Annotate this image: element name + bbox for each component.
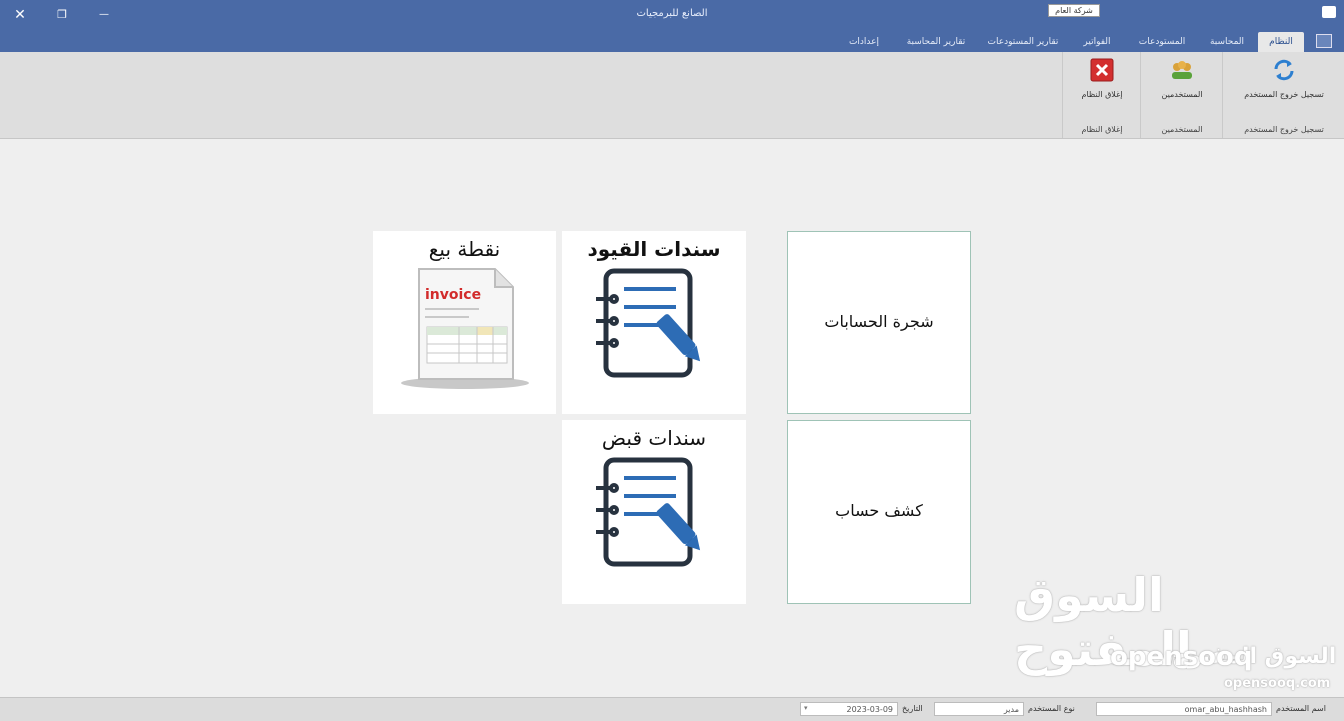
account-statement-label: كشف حساب [835, 501, 923, 520]
tab-system[interactable]: النظام [1258, 32, 1304, 52]
watermark-small: السوق المفتوح [1172, 644, 1337, 669]
tab-accounting-reports[interactable]: تقارير المحاسبة [896, 32, 976, 52]
receipt-vouchers-label: سندات قبض [601, 426, 707, 450]
users-button[interactable]: المستخدمين [1141, 58, 1223, 99]
date-field[interactable]: 2023-03-09 [800, 702, 898, 716]
logout-label: تسجيل خروج المستخدم [1244, 90, 1324, 99]
users-group-label: المستخدمين [1161, 125, 1203, 134]
app-icon [1322, 6, 1336, 18]
tab-settings[interactable]: إعدادات [836, 32, 892, 52]
date-dropdown-icon[interactable]: ▾ [804, 704, 808, 712]
tab-warehouses[interactable]: المستودعات [1128, 32, 1196, 52]
users-label: المستخدمين [1161, 90, 1203, 99]
close-system-group-label: إغلاق النظام [1081, 125, 1123, 134]
watermark-latin: opensooq [1110, 642, 1253, 672]
tab-accounting[interactable]: المحاسبة [1200, 32, 1254, 52]
notebook-pen-icon [596, 457, 701, 567]
window-title: الصانع للبرمجيات [636, 8, 708, 19]
quick-access-icon[interactable] [1316, 34, 1332, 48]
notebook-pen-icon [596, 268, 701, 378]
status-bar: اسم المستخدم omar_abu_hashhash نوع المست… [0, 697, 1344, 721]
tab-invoices[interactable]: الفواتير [1070, 32, 1124, 52]
usertype-field: مدير [934, 702, 1024, 716]
users-icon [1170, 58, 1194, 82]
username-label: اسم المستخدم [1276, 704, 1326, 713]
close-system-button[interactable]: إغلاق النظام [1063, 58, 1141, 99]
date-label: التاريخ [902, 704, 923, 713]
watermark-domain: opensooq.com [1224, 676, 1331, 691]
username-field: omar_abu_hashhash [1096, 702, 1272, 716]
ribbon-tabs: النظام المحاسبة المستودعات الفواتير تقار… [0, 30, 1344, 52]
ribbon-group-users: المستخدمين المستخدمين [1140, 52, 1223, 138]
invoice-word: invoice [425, 287, 481, 303]
close-system-label: إغلاق النظام [1081, 90, 1123, 99]
chart-of-accounts-tile[interactable]: شجرة الحسابات [787, 231, 971, 414]
title-bar: ✕ ❐ — الصانع للبرمجيات شركة العام [0, 0, 1344, 30]
company-name: شركة العام [1048, 4, 1100, 17]
journal-vouchers-label: سندات القيود [587, 237, 721, 261]
usertype-label: نوع المستخدم [1028, 704, 1075, 713]
ribbon-group-logout: تسجيل خروج المستخدم تسجيل خروج المستخدم [1222, 52, 1344, 138]
close-red-icon [1090, 58, 1114, 82]
logout-group-label: تسجيل خروج المستخدم [1244, 125, 1324, 134]
chart-of-accounts-label: شجرة الحسابات [824, 312, 934, 331]
ribbon-group-close: إغلاق النظام إغلاق النظام [1062, 52, 1141, 138]
watermark-large: السوق المفتوح [1014, 568, 1192, 676]
point-of-sale-label: نقطة بيع [428, 237, 501, 261]
receipt-vouchers-tile[interactable]: سندات قبض [562, 420, 746, 604]
point-of-sale-tile[interactable]: نقطة بيع invoice [373, 231, 556, 414]
account-statement-tile[interactable]: كشف حساب [787, 420, 971, 604]
date-value: 2023-03-09 [846, 705, 894, 714]
tab-warehouse-reports[interactable]: تقارير المستودعات [980, 32, 1066, 52]
logout-button[interactable]: تسجيل خروج المستخدم [1223, 58, 1344, 99]
journal-vouchers-tile[interactable]: سندات القيود [562, 231, 746, 414]
ribbon: تسجيل خروج المستخدم تسجيل خروج المستخدم … [0, 52, 1344, 139]
refresh-icon [1272, 58, 1296, 82]
invoice-document-icon: invoice [401, 268, 529, 389]
